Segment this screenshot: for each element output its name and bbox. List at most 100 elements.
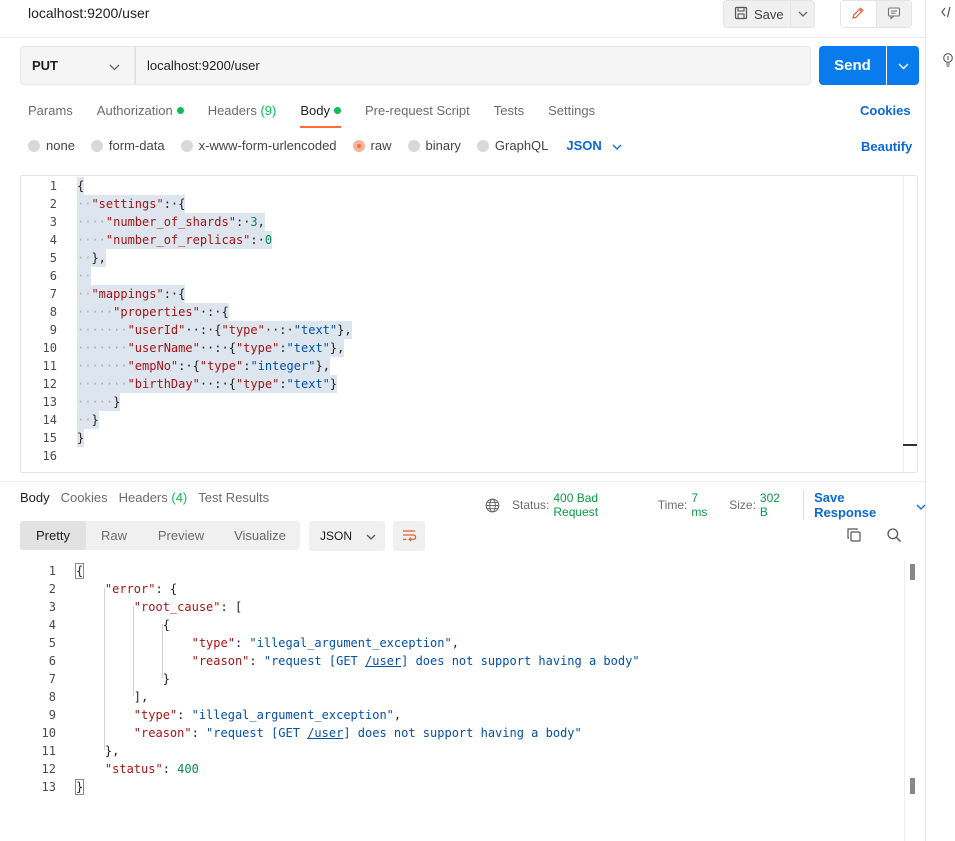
line-number: 6 xyxy=(49,269,57,283)
code-line: 12 "status": 400 xyxy=(20,760,900,778)
code-text: } xyxy=(76,672,170,686)
line-number: 2 xyxy=(48,582,56,596)
response-language-select[interactable]: JSON xyxy=(309,521,385,551)
line-number: 11 xyxy=(41,744,56,758)
code-line: 3 ····"number_of_shards":·3, xyxy=(21,213,901,231)
response-tab-cookies[interactable]: Cookies xyxy=(61,490,108,505)
code-line: 9 "type": "illegal_argument_exception", xyxy=(20,706,900,724)
code-line: 13 ·····} xyxy=(21,393,901,411)
save-response-label: Save Response xyxy=(814,490,877,520)
code-line: 2 ··"settings":·{ xyxy=(21,195,901,213)
tab-label: Settings xyxy=(548,103,596,118)
edit-mode-button[interactable] xyxy=(841,1,876,27)
tab-authorization[interactable]: Authorization xyxy=(97,100,184,128)
search-icon[interactable] xyxy=(886,527,902,546)
radio-graphql[interactable]: GraphQL xyxy=(476,138,548,153)
tab-count: (4) xyxy=(171,490,188,505)
response-tab-body[interactable]: Body xyxy=(20,490,50,505)
line-number: 2 xyxy=(49,197,57,211)
code-line: 14 ··} xyxy=(21,411,901,429)
code-line: 3 "root_cause": [ xyxy=(20,598,900,616)
view-mode-toggle xyxy=(840,0,912,28)
code-text: ··"settings":·{ xyxy=(77,195,186,213)
response-tab-headers[interactable]: Headers (4) xyxy=(119,490,188,505)
request-body-editor[interactable]: 1{ 2 ··"settings":·{ 3 ····"number_of_shar… xyxy=(20,175,918,473)
send-button[interactable]: Send xyxy=(819,46,886,85)
time-value: 7 ms xyxy=(691,491,708,519)
tab-params[interactable]: Params xyxy=(28,100,73,128)
status-group[interactable]: Status: 400 Bad Request xyxy=(512,491,646,519)
code-line: 1{ xyxy=(21,177,901,195)
code-text: } xyxy=(77,429,85,447)
tab-body[interactable]: Body xyxy=(300,100,341,128)
line-number: 1 xyxy=(48,564,56,578)
code-text: ··"mappings":·{ xyxy=(77,285,186,303)
send-dropdown-button[interactable] xyxy=(887,46,919,85)
code-line: 4 { xyxy=(20,616,900,634)
chevron-down-icon xyxy=(798,9,808,20)
request-tabs: Params Authorization Headers (9) Body Pr… xyxy=(28,100,619,128)
code-text: { xyxy=(77,177,85,195)
radio-none[interactable]: none xyxy=(28,138,75,153)
request-title-bar: localhost:9200/user Save xyxy=(0,0,926,38)
view-tab-raw[interactable]: Raw xyxy=(86,521,142,550)
tab-label: Params xyxy=(28,103,73,118)
line-number: 15 xyxy=(42,431,57,445)
time-group[interactable]: Time: 7 ms xyxy=(658,491,717,519)
save-button[interactable]: Save xyxy=(723,0,791,28)
line-number: 7 xyxy=(48,672,56,686)
response-language-label: JSON xyxy=(320,529,353,543)
response-body-viewer[interactable]: 1 { 2 "error": { 3 "root_cause": [ 4 { 5 … xyxy=(20,560,918,841)
line-number: 9 xyxy=(49,323,57,337)
size-value: 302 B xyxy=(759,491,780,519)
bulb-icon[interactable] xyxy=(941,52,955,71)
body-language-label: JSON xyxy=(566,138,602,153)
wrap-lines-button[interactable] xyxy=(393,521,425,551)
radio-x-www-form-urlencoded[interactable]: x-www-form-urlencoded xyxy=(180,138,337,153)
code-line: 11 }, xyxy=(20,742,900,760)
line-number: 12 xyxy=(41,762,56,776)
copy-icon[interactable] xyxy=(846,527,862,546)
cookies-link[interactable]: Cookies xyxy=(860,103,911,118)
response-tab-test-results[interactable]: Test Results xyxy=(198,490,269,505)
code-line: 6 ·· xyxy=(21,267,901,285)
code-text: "type": "illegal_argument_exception", xyxy=(133,708,402,722)
request-title[interactable]: localhost:9200/user xyxy=(28,5,149,21)
method-select[interactable]: PUT xyxy=(20,46,135,85)
comments-button[interactable] xyxy=(875,1,911,27)
view-tab-preview[interactable]: Preview xyxy=(142,521,220,550)
radio-binary[interactable]: binary xyxy=(407,138,461,153)
code-text: ·····} xyxy=(77,393,121,411)
tab-label: Tests xyxy=(493,103,525,118)
radio-raw[interactable]: raw xyxy=(352,138,392,153)
editor-scrollbar[interactable] xyxy=(903,176,917,472)
tab-pre-request-script[interactable]: Pre-request Script xyxy=(365,100,470,128)
code-line: 2 "error": { xyxy=(20,580,900,598)
code-text: { xyxy=(74,563,85,579)
save-label: Save xyxy=(754,6,784,22)
url-input[interactable]: localhost:9200/user xyxy=(135,46,811,85)
globe-icon[interactable] xyxy=(485,498,500,513)
radio-label: x-www-form-urlencoded xyxy=(198,138,337,153)
code-line: 5 "type": "illegal_argument_exception", xyxy=(20,634,900,652)
line-number: 8 xyxy=(48,690,56,704)
code-line: 9 ·······"userId"··:·{"type"··:·"text"}, xyxy=(21,321,901,339)
beautify-link[interactable]: Beautify xyxy=(861,139,912,154)
code-icon[interactable] xyxy=(941,5,953,22)
tab-tests[interactable]: Tests xyxy=(494,100,524,128)
tab-label: Headers xyxy=(118,490,168,505)
response-scrollbar[interactable] xyxy=(904,560,918,841)
size-group[interactable]: Size: 302 B xyxy=(729,491,791,519)
code-text: "root_cause": [ xyxy=(133,600,243,614)
tab-settings[interactable]: Settings xyxy=(548,100,595,128)
radio-form-data[interactable]: form-data xyxy=(90,138,165,153)
view-tab-visualize[interactable]: Visualize xyxy=(220,521,300,550)
save-response-button[interactable]: Save Response xyxy=(803,490,926,520)
tab-headers[interactable]: Headers (9) xyxy=(208,100,277,128)
save-dropdown-button[interactable] xyxy=(791,0,815,28)
code-text: ·· xyxy=(77,267,92,285)
line-number: 4 xyxy=(48,618,56,632)
radio-circle xyxy=(476,139,489,152)
body-language-select[interactable]: JSON xyxy=(566,138,622,153)
view-tab-pretty[interactable]: Pretty xyxy=(20,521,86,550)
